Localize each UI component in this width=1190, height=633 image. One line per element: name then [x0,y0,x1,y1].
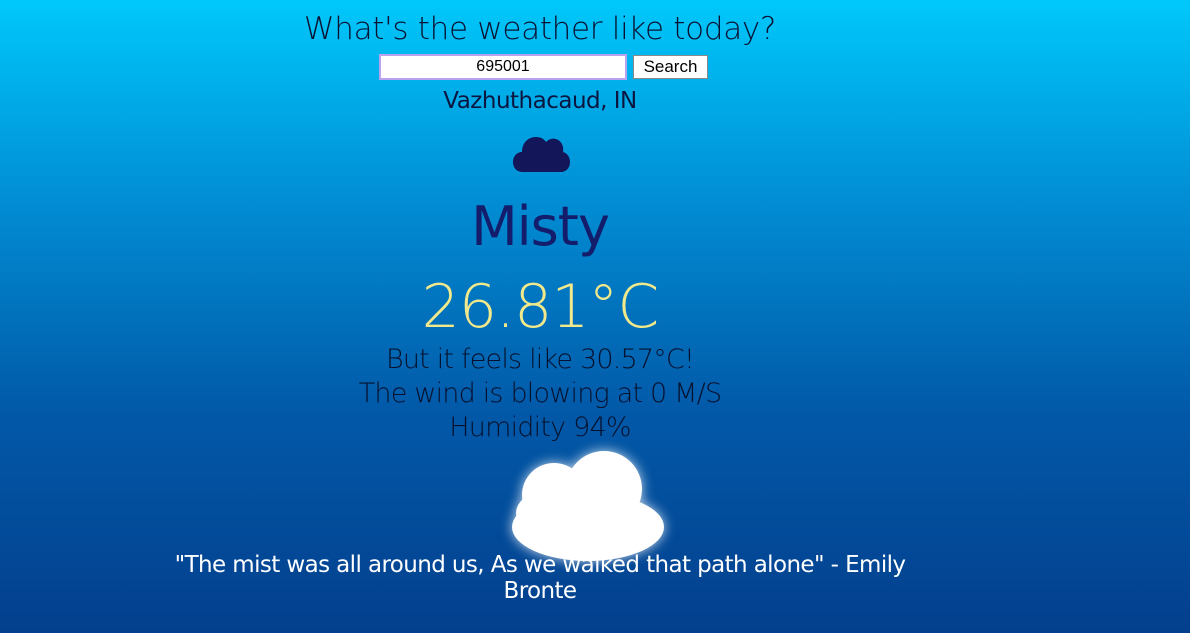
page-title: What's the weather like today? [303,11,777,47]
weather-quote: "The mist was all around us, As we walke… [174,552,906,604]
wind-text: The wind is blowing at 0 M/S [358,378,722,409]
feels-like-text: But it feels like 30.57°C! [385,344,695,375]
search-button[interactable]: Search [633,55,708,79]
cloud-icon [513,137,570,172]
weather-app: What's the weather like today? Search Va… [0,0,1190,633]
search-bar: Search [379,54,708,80]
temperature: 26.81°C [421,272,660,342]
humidity-text: Humidity 94% [449,412,631,443]
weather-condition: Misty [471,195,610,258]
location-label: Vazhuthacaud, IN [443,88,637,114]
large-cloud-icon [512,451,664,561]
search-input[interactable] [379,54,627,80]
